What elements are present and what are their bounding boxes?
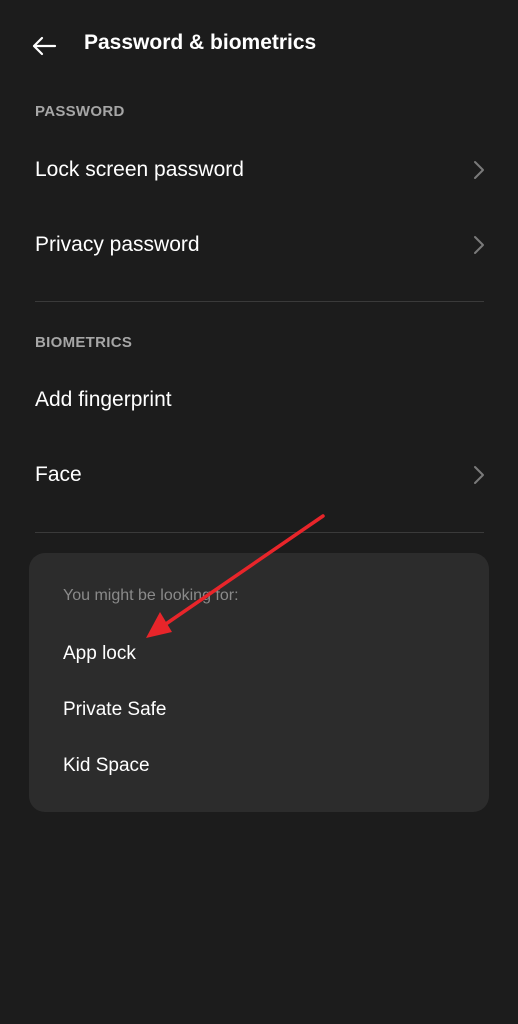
settings-screen: Password & biometrics PASSWORD Lock scre… [0,0,518,1024]
suggestion-private-safe[interactable]: Private Safe [63,699,167,721]
divider [35,301,484,302]
suggestion-kid-space[interactable]: Kid Space [63,755,150,777]
page-title: Password & biometrics [84,31,317,54]
add-fingerprint-item[interactable]: Add fingerprint [0,363,518,437]
section-header-biometrics: BIOMETRICS [35,334,133,351]
suggestions-title: You might be looking for: [63,587,239,604]
lock-screen-password-item[interactable]: Lock screen password [0,133,518,207]
arrow-left-icon [32,36,57,56]
back-button[interactable] [24,26,64,66]
divider [35,532,484,533]
chevron-right-icon [474,236,484,254]
privacy-password-item[interactable]: Privacy password [0,208,518,282]
suggestion-app-lock[interactable]: App lock [63,643,136,665]
suggestions-card: You might be looking for: App lock Priva… [29,553,489,812]
item-label: Face [35,463,82,486]
face-item[interactable]: Face [0,438,518,512]
item-label: Privacy password [35,233,200,256]
app-bar: Password & biometrics [0,0,518,92]
item-label: Lock screen password [35,158,244,181]
chevron-right-icon [474,466,484,484]
chevron-right-icon [474,161,484,179]
item-label: Add fingerprint [35,388,172,411]
section-header-password: PASSWORD [35,103,125,120]
